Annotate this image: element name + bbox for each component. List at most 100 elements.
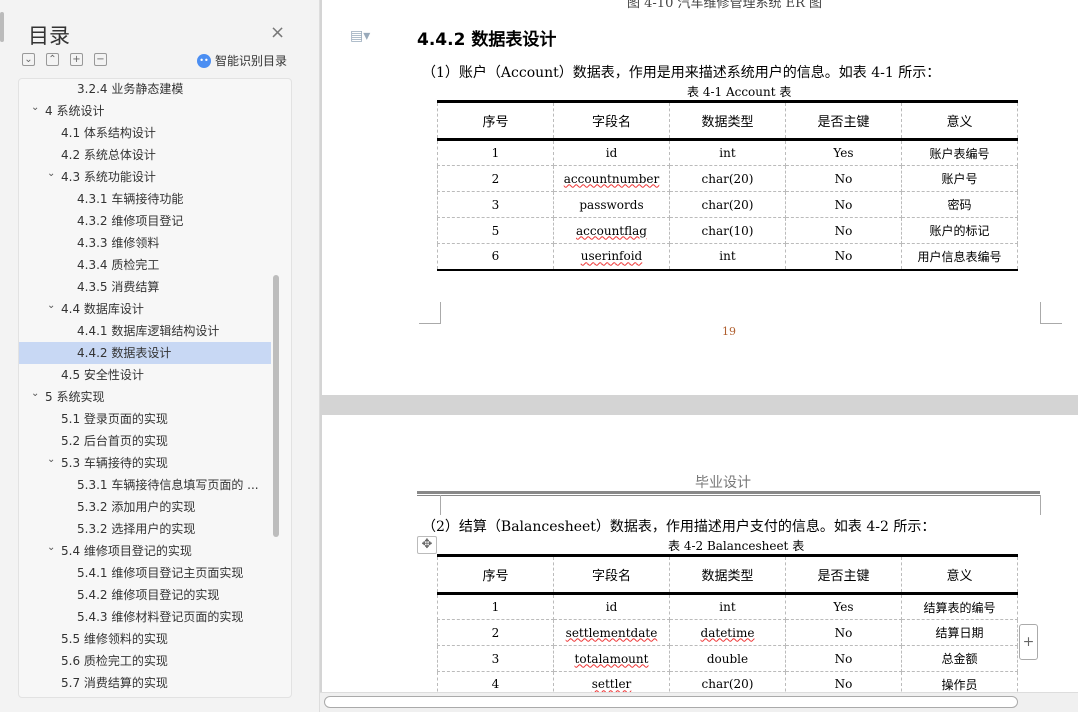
table-cell: totalamount bbox=[553, 645, 670, 672]
toc-item-label: 5.7 消费结算的实现 bbox=[61, 676, 168, 690]
table-cell: datetime bbox=[669, 619, 786, 646]
crop-mark bbox=[1040, 495, 1062, 515]
paragraph-2: （2）结算（Balancesheet）数据表，作用描述用户支付的信息。如表 4-… bbox=[422, 519, 936, 535]
cell-text: 账户表编号 bbox=[929, 146, 990, 161]
cell-text: char(10) bbox=[701, 223, 754, 238]
chevron-down-icon[interactable]: ⌄ bbox=[47, 537, 55, 559]
toc-item[interactable]: ⌄ 4.4 数据库设计 bbox=[19, 298, 271, 320]
cell-text: 结算表的编号 bbox=[923, 600, 996, 615]
toc-item[interactable]: 5.2 后台首页的实现 bbox=[19, 430, 271, 452]
toc-item[interactable]: 4.1 体系结构设计 bbox=[19, 122, 271, 144]
remove-level-button[interactable]: − bbox=[94, 53, 107, 66]
toc-item[interactable]: 3.2.4 业务静态建模 bbox=[19, 79, 271, 100]
cell-text: No bbox=[834, 677, 853, 692]
horizontal-scrollbar[interactable] bbox=[320, 692, 1078, 712]
cell-text: 6 bbox=[491, 249, 500, 264]
toc-item[interactable]: 4.2 系统总体设计 bbox=[19, 144, 271, 166]
toc-item[interactable]: ⌄ 5.3 车辆接待的实现 bbox=[19, 452, 271, 474]
toc-item-label: 4.3.2 维修项目登记 bbox=[77, 214, 184, 228]
toc-item[interactable]: ⌄ 5 系统实现 bbox=[19, 386, 271, 408]
table-cell: 账户号 bbox=[901, 165, 1018, 192]
toc-item[interactable]: 5.4.2 维修项目登记的实现 bbox=[19, 584, 271, 606]
toc-item[interactable]: 4.4.1 数据库逻辑结构设计 bbox=[19, 320, 271, 342]
toc-item[interactable]: 5.5 维修领料的实现 bbox=[19, 628, 271, 650]
section-heading: 4.4.2 数据表设计 bbox=[417, 30, 557, 50]
toc-item-label: 4.2 系统总体设计 bbox=[61, 148, 156, 162]
cell-text: 1 bbox=[491, 600, 500, 614]
table-move-icon[interactable]: ✥ bbox=[417, 536, 437, 554]
toc-item-label: 5 系统实现 bbox=[45, 390, 105, 404]
chevron-down-icon[interactable]: ⌄ bbox=[47, 295, 55, 317]
close-icon[interactable]: × bbox=[270, 22, 285, 43]
table-cell: passwords bbox=[553, 191, 670, 218]
cell-text: double bbox=[706, 651, 749, 666]
toc-item[interactable]: 4.5 安全性设计 bbox=[19, 364, 271, 386]
cell-text: id bbox=[605, 600, 618, 614]
paragraph-format-icon[interactable]: ▤▾ bbox=[350, 28, 370, 44]
toc-item-label: 4.3.5 消费结算 bbox=[77, 280, 160, 294]
collapse-up-button[interactable]: ⌃ bbox=[46, 53, 59, 66]
cell-text: 2 bbox=[491, 625, 500, 640]
toc-item[interactable]: ⌄ 5.4 维修项目登记的实现 bbox=[19, 540, 271, 562]
toc-item[interactable]: 4.3.5 消费结算 bbox=[19, 276, 271, 298]
toc-item[interactable]: 4.3.3 维修领料 bbox=[19, 232, 271, 254]
cell-text: 账户号 bbox=[941, 172, 978, 186]
cell-text: 2 bbox=[491, 171, 500, 186]
toc-item-label: 4.5 安全性设计 bbox=[61, 368, 144, 382]
chevron-down-icon[interactable]: ⌄ bbox=[47, 163, 55, 185]
toc-item[interactable]: 5.6 质检完工的实现 bbox=[19, 650, 271, 672]
toc-item[interactable]: 5.3.2 选择用户的实现 bbox=[19, 518, 271, 540]
table-header-row: 序号 字段名 数据类型 是否主键 意义 bbox=[437, 555, 1018, 595]
toc-item-label: 4.3.3 维修领料 bbox=[77, 236, 160, 250]
table-cell: accountflag bbox=[553, 217, 670, 244]
toc-item[interactable]: 5.1 登录页面的实现 bbox=[19, 408, 271, 430]
toc-item[interactable]: 4.3.4 质检完工 bbox=[19, 254, 271, 276]
toc-item[interactable]: 5.3.1 车辆接待信息填写页面的 ... bbox=[19, 474, 271, 496]
toc-item[interactable]: 4.3.1 车辆接待功能 bbox=[19, 188, 271, 210]
toc-item[interactable]: 5.4.3 维修材料登记页面的实现 bbox=[19, 606, 271, 628]
cell-text: 1 bbox=[491, 146, 500, 160]
cell-text: userinfoid bbox=[580, 249, 643, 264]
sidebar-tab-handle[interactable] bbox=[0, 12, 4, 42]
table-2-caption: 表 4-2 Balancesheet 表 bbox=[668, 539, 805, 553]
cell-text: Yes bbox=[833, 600, 854, 614]
toc-item-label: 5.1 登录页面的实现 bbox=[61, 412, 168, 426]
toc-item[interactable]: ⌄ 4.3 系统功能设计 bbox=[19, 166, 271, 188]
expand-down-button[interactable]: ⌄ bbox=[22, 53, 35, 66]
cell-text: accountflag bbox=[576, 223, 647, 238]
table-row: 2 settlementdate datetime No 结算日期 bbox=[437, 619, 1018, 646]
smart-toc-button[interactable]: •• 智能识别目录 bbox=[197, 52, 287, 69]
cell-text: 用户信息表编号 bbox=[917, 249, 1002, 264]
cell-text: totalamount bbox=[574, 651, 649, 666]
header-cell: 序号 bbox=[437, 101, 554, 141]
cell-text: passwords bbox=[579, 197, 644, 212]
header-cell: 意义 bbox=[901, 101, 1018, 141]
toc-item-label: 3.2.4 业务静态建模 bbox=[77, 82, 184, 96]
table-row: 3 passwords char(20) No 密码 bbox=[437, 191, 1018, 218]
table-cell: 1 bbox=[437, 593, 554, 620]
chevron-down-icon[interactable]: ⌄ bbox=[47, 449, 55, 471]
add-row-button[interactable]: + bbox=[1019, 624, 1038, 660]
table-cell: id bbox=[553, 139, 670, 166]
header-cell: 数据类型 bbox=[669, 101, 786, 141]
table-cell: 总金额 bbox=[901, 645, 1018, 672]
cell-text: No bbox=[834, 249, 853, 264]
scrollbar-thumb[interactable] bbox=[324, 696, 1018, 708]
cell-text: int bbox=[719, 146, 736, 160]
toc-item[interactable]: 5.7 消费结算的实现 bbox=[19, 672, 271, 694]
table-cell: char(20) bbox=[669, 191, 786, 218]
add-level-button[interactable]: + bbox=[70, 53, 83, 66]
cell-text: 3 bbox=[491, 651, 500, 666]
toc-item[interactable]: 4.3.2 维修项目登记 bbox=[19, 210, 271, 232]
toc-item[interactable]: 4.4.2 数据表设计 bbox=[19, 342, 271, 364]
chevron-down-icon[interactable]: ⌄ bbox=[31, 383, 39, 405]
cell-text: No bbox=[834, 651, 853, 666]
toc-item[interactable]: 5.4.1 维修项目登记主页面实现 bbox=[19, 562, 271, 584]
header-rule bbox=[417, 491, 1040, 496]
cell-text: 密码 bbox=[947, 198, 972, 212]
toc-scrollbar[interactable] bbox=[273, 275, 279, 537]
toc-item[interactable]: ⌄ 4 系统设计 bbox=[19, 100, 271, 122]
toc-item[interactable]: 5.3.2 添加用户的实现 bbox=[19, 496, 271, 518]
toc-item-label: 5.3.2 选择用户的实现 bbox=[77, 522, 196, 536]
chevron-down-icon[interactable]: ⌄ bbox=[31, 97, 39, 119]
